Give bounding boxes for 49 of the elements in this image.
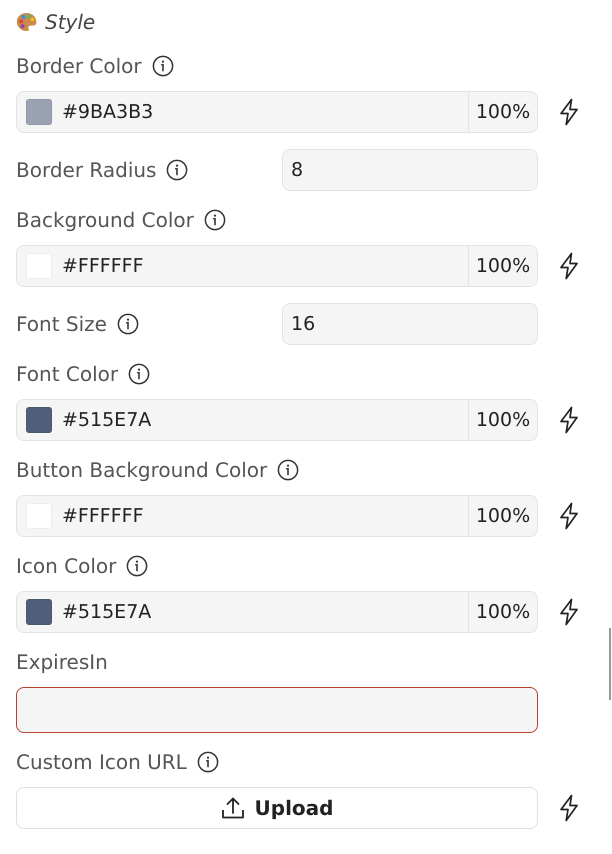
info-icon[interactable] — [116, 313, 139, 335]
color-field[interactable]: #515E7A 100% — [16, 399, 538, 441]
opacity-input[interactable]: 100% — [468, 496, 537, 536]
info-icon[interactable] — [204, 209, 226, 231]
field-label: ExpiresIn — [16, 650, 108, 674]
field-label: Background Color — [16, 208, 194, 232]
hex-input[interactable]: #9BA3B3 — [52, 101, 468, 123]
palette-icon — [16, 12, 37, 32]
info-icon[interactable] — [128, 363, 150, 385]
lightning-icon[interactable] — [559, 794, 579, 822]
opacity-input[interactable]: 100% — [468, 246, 537, 286]
lightning-icon[interactable] — [559, 502, 579, 530]
info-icon[interactable] — [196, 751, 219, 773]
lightning-icon[interactable] — [559, 406, 579, 434]
swatch-icon[interactable] — [26, 599, 52, 625]
opacity-input[interactable]: 100% — [468, 92, 537, 132]
info-icon[interactable] — [166, 159, 188, 181]
hex-input[interactable]: #515E7A — [52, 409, 468, 431]
field-label: Font Color — [16, 362, 118, 386]
section-title: Style — [45, 10, 96, 34]
swatch-icon[interactable] — [26, 407, 52, 433]
opacity-input[interactable]: 100% — [468, 400, 537, 440]
field-label: Font Size — [16, 312, 107, 336]
info-icon[interactable] — [152, 55, 174, 77]
number-input[interactable]: 16 — [282, 303, 538, 345]
info-icon[interactable] — [277, 459, 300, 481]
opacity-input[interactable]: 100% — [468, 592, 537, 632]
text-input[interactable] — [16, 687, 538, 733]
upload-icon — [220, 796, 245, 820]
hex-input[interactable]: #515E7A — [52, 601, 468, 623]
color-field[interactable]: #515E7A 100% — [16, 591, 538, 633]
field-label: Icon Color — [16, 554, 116, 578]
field-label: Custom Icon URL — [16, 750, 187, 774]
color-field[interactable]: #9BA3B3 100% — [16, 91, 538, 133]
color-field[interactable]: #FFFFFF 100% — [16, 245, 538, 287]
info-icon[interactable] — [126, 555, 148, 577]
lightning-icon[interactable] — [559, 598, 579, 626]
field-label: Button Background Color — [16, 458, 268, 482]
field-label: Border Radius — [16, 158, 156, 182]
scrollbar-thumb[interactable] — [609, 628, 611, 700]
hex-input[interactable]: #FFFFFF — [52, 255, 468, 277]
hex-input[interactable]: #FFFFFF — [52, 505, 468, 527]
lightning-icon[interactable] — [559, 252, 579, 280]
number-input[interactable]: 8 — [282, 149, 538, 191]
swatch-icon[interactable] — [26, 99, 52, 125]
color-field[interactable]: #FFFFFF 100% — [16, 495, 538, 537]
upload-button[interactable]: Upload — [16, 787, 538, 829]
field-label: Border Color — [16, 54, 142, 78]
lightning-icon[interactable] — [559, 98, 579, 126]
